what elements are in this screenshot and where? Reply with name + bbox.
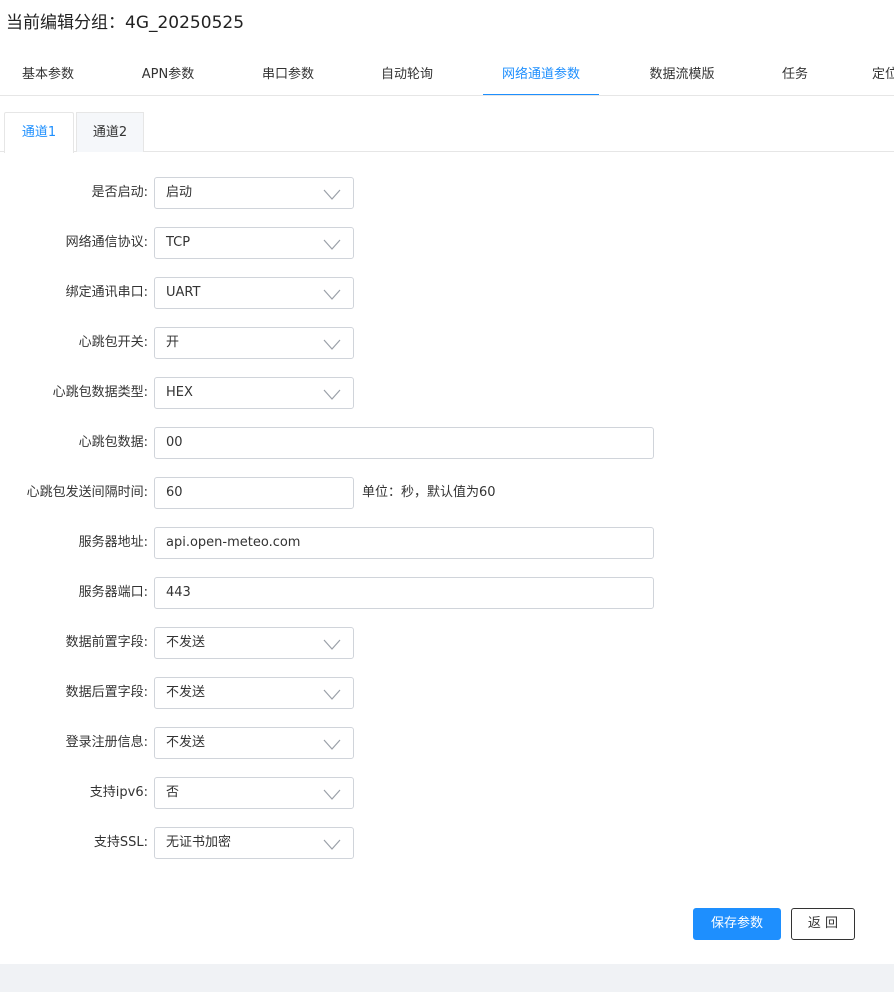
serial-port-select[interactable]: UART xyxy=(154,277,354,309)
chevron-down-icon xyxy=(323,189,341,200)
chevron-down-icon xyxy=(323,289,341,300)
suffix-field-select[interactable]: 不发送 xyxy=(154,677,354,709)
save-params-button[interactable]: 保存参数 xyxy=(693,908,781,940)
tab-auto-polling[interactable]: 自动轮询 xyxy=(369,56,445,95)
heartbeat-type-select[interactable]: HEX xyxy=(154,377,354,409)
field-label: 网络通信协议: xyxy=(65,235,148,250)
tab-location[interactable]: 定位 xyxy=(872,56,894,95)
field-label: 绑定通讯串口: xyxy=(65,285,148,300)
prefix-field-select[interactable]: 不发送 xyxy=(154,627,354,659)
field-label: 服务器地址: xyxy=(78,535,148,550)
select-value: 无证书加密 xyxy=(166,835,232,850)
protocol-select[interactable]: TCP xyxy=(154,227,354,259)
form-row-login-info: 登录注册信息: 不发送 xyxy=(0,727,894,759)
select-value: UART xyxy=(166,285,201,300)
chevron-down-icon xyxy=(323,339,341,350)
tab-data-stream-template[interactable]: 数据流模版 xyxy=(637,56,727,95)
form-row-ssl: 支持SSL: 无证书加密 xyxy=(0,827,894,859)
field-label: 是否启动: xyxy=(91,185,148,200)
chevron-down-icon xyxy=(323,689,341,700)
field-label: 心跳包发送间隔时间: xyxy=(26,485,148,500)
chevron-down-icon xyxy=(323,789,341,800)
chevron-down-icon xyxy=(323,389,341,400)
select-value: 不发送 xyxy=(166,735,206,750)
chevron-down-icon xyxy=(323,839,341,850)
chevron-down-icon xyxy=(323,239,341,250)
field-label: 服务器端口: xyxy=(78,585,148,600)
server-port-input[interactable]: 443 xyxy=(154,577,654,609)
form-row-prefix-field: 数据前置字段: 不发送 xyxy=(0,627,894,659)
form-row-heartbeat-type: 心跳包数据类型: HEX xyxy=(0,377,894,409)
chevron-down-icon xyxy=(323,739,341,750)
select-value: 启动 xyxy=(166,185,193,200)
select-value: 否 xyxy=(166,785,180,800)
field-label: 支持ipv6: xyxy=(89,785,148,800)
chevron-down-icon xyxy=(323,639,341,650)
main-tab-bar: 基本参数 APN参数 串口参数 自动轮询 网络通道参数 数据流模版 任务 定位 xyxy=(0,56,894,96)
login-info-select[interactable]: 不发送 xyxy=(154,727,354,759)
select-value: 开 xyxy=(166,335,180,350)
field-label: 登录注册信息: xyxy=(65,735,148,750)
form-row-suffix-field: 数据后置字段: 不发送 xyxy=(0,677,894,709)
channel-tab-bar: 通道1 通道2 xyxy=(0,111,894,153)
field-label: 数据后置字段: xyxy=(65,685,148,700)
form-row-protocol: 网络通信协议: TCP xyxy=(0,227,894,259)
field-label: 支持SSL: xyxy=(93,835,148,850)
heartbeat-switch-select[interactable]: 开 xyxy=(154,327,354,359)
interval-hint: 单位：秒，默认值为60 xyxy=(362,485,496,500)
heartbeat-interval-input[interactable]: 60 xyxy=(154,477,354,509)
enable-select[interactable]: 启动 xyxy=(154,177,354,209)
field-label: 心跳包开关: xyxy=(78,335,148,350)
form-row-ipv6: 支持ipv6: 否 xyxy=(0,777,894,809)
form-row-serial: 绑定通讯串口: UART xyxy=(0,277,894,309)
footer-bar xyxy=(0,964,894,992)
form-row-server-address: 服务器地址: api.open-meteo.com xyxy=(0,527,894,559)
tab-apn-params[interactable]: APN参数 xyxy=(130,56,206,95)
form-row-heartbeat-interval: 心跳包发送间隔时间: 60 单位：秒，默认值为60 xyxy=(0,477,894,509)
select-value: 不发送 xyxy=(166,635,206,650)
tab-network-channel-params[interactable]: 网络通道参数 xyxy=(483,56,599,95)
form-row-heartbeat-data: 心跳包数据: 00 xyxy=(0,427,894,459)
select-value: TCP xyxy=(166,235,191,250)
tab-tasks[interactable]: 任务 xyxy=(770,56,820,95)
tab-channel-1[interactable]: 通道1 xyxy=(4,112,74,153)
tab-serial-params[interactable]: 串口参数 xyxy=(250,56,326,95)
field-label: 心跳包数据: xyxy=(78,435,148,450)
heartbeat-data-input[interactable]: 00 xyxy=(154,427,654,459)
tab-channel-2[interactable]: 通道2 xyxy=(76,112,144,152)
select-value: 不发送 xyxy=(166,685,206,700)
form-row-heartbeat-switch: 心跳包开关: 开 xyxy=(0,327,894,359)
select-value: HEX xyxy=(166,385,193,400)
form-row-enable: 是否启动: 启动 xyxy=(0,177,894,209)
form-row-server-port: 服务器端口: 443 xyxy=(0,577,894,609)
server-address-input[interactable]: api.open-meteo.com xyxy=(154,527,654,559)
back-button[interactable]: 返 回 xyxy=(791,908,855,940)
ipv6-select[interactable]: 否 xyxy=(154,777,354,809)
ssl-select[interactable]: 无证书加密 xyxy=(154,827,354,859)
field-label: 心跳包数据类型: xyxy=(52,385,148,400)
field-label: 数据前置字段: xyxy=(65,635,148,650)
tab-basic-params[interactable]: 基本参数 xyxy=(10,56,86,95)
page-title: 当前编辑分组：4G_20250525 xyxy=(6,13,245,33)
